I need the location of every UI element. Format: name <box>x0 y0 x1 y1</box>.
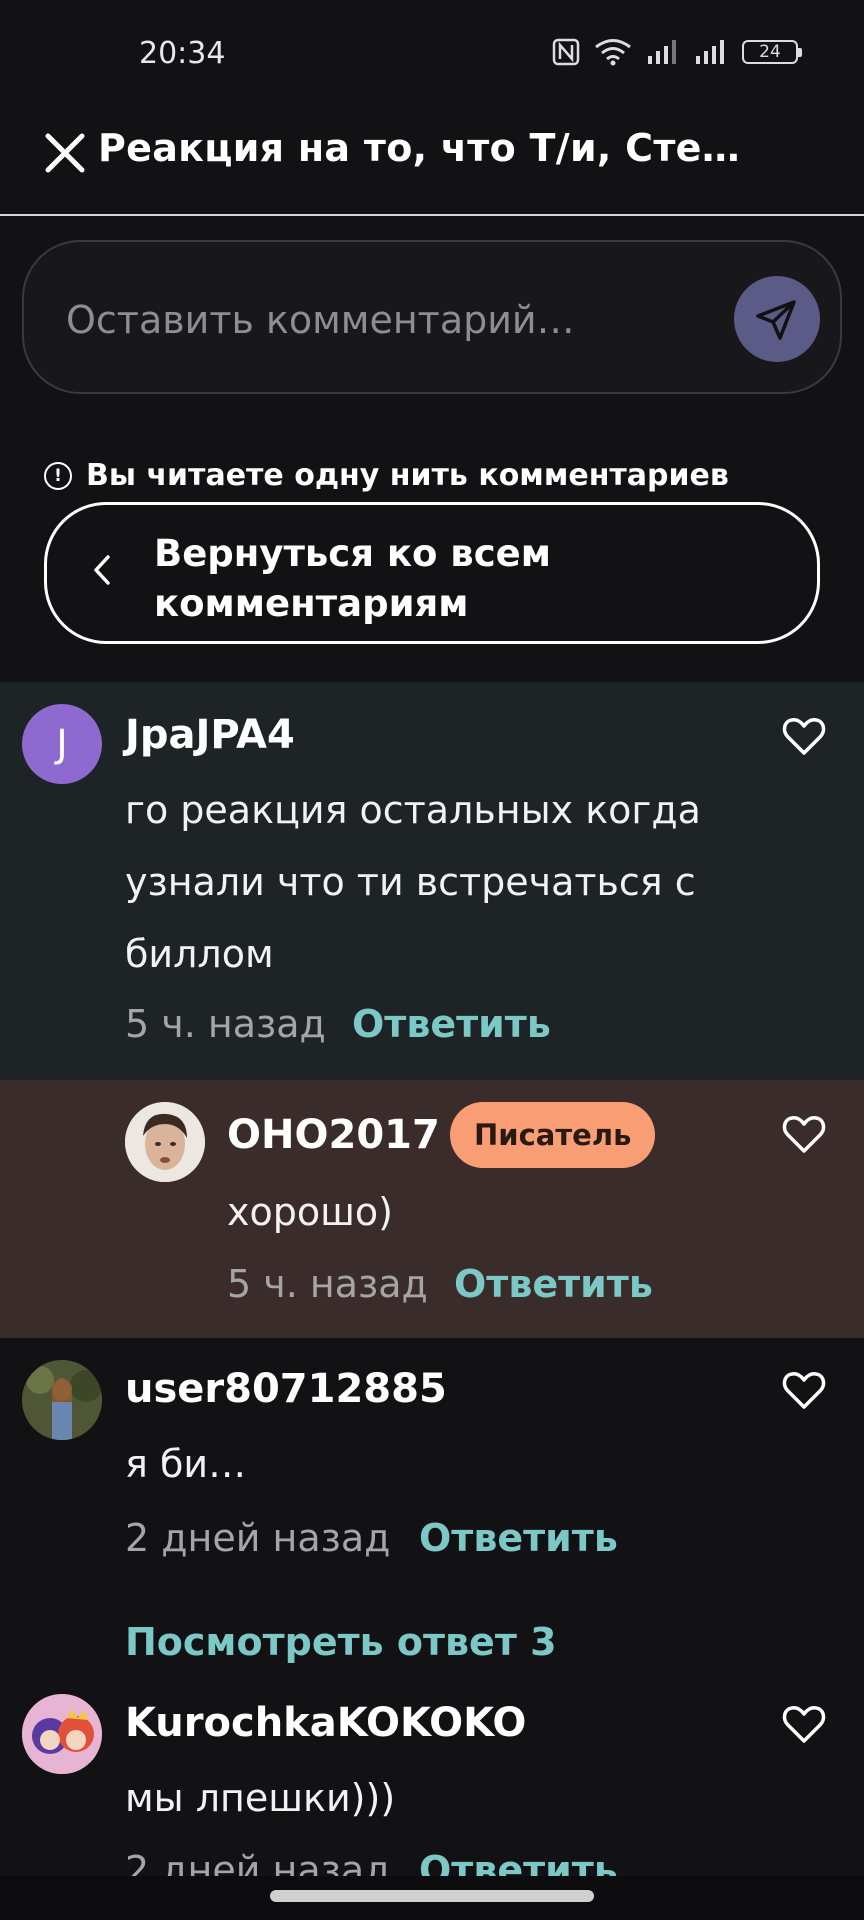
send-icon <box>756 300 796 340</box>
back-button-label: Вернуться ко всем комментариям <box>154 532 551 625</box>
avatar[interactable] <box>22 1694 102 1774</box>
heart-icon[interactable] <box>780 1700 828 1748</box>
status-time: 20:34 <box>139 36 226 71</box>
comment-text: хорошо) <box>227 1190 393 1234</box>
nfc-icon <box>552 38 580 66</box>
chevron-left-icon <box>94 555 110 585</box>
heart-icon[interactable] <box>780 712 828 760</box>
comment-text: мы лпешки))) <box>125 1776 396 1820</box>
signal-icon-1 <box>648 40 676 64</box>
view-replies-link[interactable]: Посмотреть ответ 3 <box>125 1620 557 1664</box>
battery-icon: 24 <box>742 40 802 64</box>
page-title: Реакция на то, что Т/и, Сте… <box>98 126 741 170</box>
heart-icon[interactable] <box>780 1110 828 1158</box>
home-indicator[interactable] <box>270 1890 594 1902</box>
comment-text: я би… <box>125 1442 247 1486</box>
avatar[interactable]: J <box>22 704 102 784</box>
avatar[interactable] <box>125 1102 205 1182</box>
comment-time: 2 дней назад <box>125 1848 391 1876</box>
wifi-icon <box>595 39 631 66</box>
system-nav-bar <box>0 1876 864 1920</box>
avatar-image <box>22 1360 102 1440</box>
heart-icon[interactable] <box>780 1366 828 1414</box>
comment-item: user80712885 я би… 2 дней назад Ответить <box>0 1338 864 1598</box>
signal-icon-2 <box>696 40 724 64</box>
comment-placeholder: Оставить комментарий… <box>66 298 575 342</box>
comment-text: го реакция остальных когда узнали что ти… <box>125 788 701 976</box>
avatar-letter: J <box>56 722 68 766</box>
thread-notice: ! Вы читаете одну нить комментариев <box>44 458 729 493</box>
comment-item: OHO2017 Писатель хорошо) 5 ч. назад Отве… <box>0 1080 864 1338</box>
comment-input[interactable]: Оставить комментарий… <box>22 240 842 394</box>
reply-button[interactable]: Ответить <box>419 1516 618 1560</box>
story-header: Реакция на то, что Т/и, Сте… <box>0 110 864 216</box>
comment-time: 2 дней назад <box>125 1516 391 1560</box>
back-to-all-comments-button[interactable]: Вернуться ко всем комментариям <box>44 502 820 644</box>
writer-badge: Писатель <box>450 1102 656 1168</box>
close-icon[interactable] <box>40 128 90 178</box>
status-bar: 20:34 24 <box>0 0 864 110</box>
comment-time: 5 ч. назад <box>227 1262 428 1306</box>
comment-item: KurochkaKOKOKO мы лпешки))) 2 дней назад… <box>0 1670 864 1876</box>
send-button[interactable] <box>734 276 820 362</box>
reply-button[interactable]: Ответить <box>454 1262 653 1306</box>
comment-username[interactable]: KurochkaKOKOKO <box>125 1700 526 1746</box>
avatar[interactable] <box>22 1360 102 1440</box>
comment-username[interactable]: JpaJPA4 <box>125 712 295 758</box>
reply-button[interactable]: Ответить <box>419 1848 618 1876</box>
thread-notice-text: Вы читаете одну нить комментариев <box>86 458 729 493</box>
reply-button[interactable]: Ответить <box>352 1002 551 1046</box>
status-icons: 24 <box>552 38 802 66</box>
comment-item: J JpaJPA4 го реакция остальных когда узн… <box>0 682 864 1080</box>
comment-username[interactable]: OHO2017 <box>227 1112 440 1158</box>
avatar-image <box>125 1102 205 1182</box>
comment-time: 5 ч. назад <box>125 1002 326 1046</box>
info-icon: ! <box>44 461 72 490</box>
avatar-image <box>22 1694 102 1774</box>
comment-username[interactable]: user80712885 <box>125 1366 447 1412</box>
battery-level: 24 <box>759 42 781 62</box>
